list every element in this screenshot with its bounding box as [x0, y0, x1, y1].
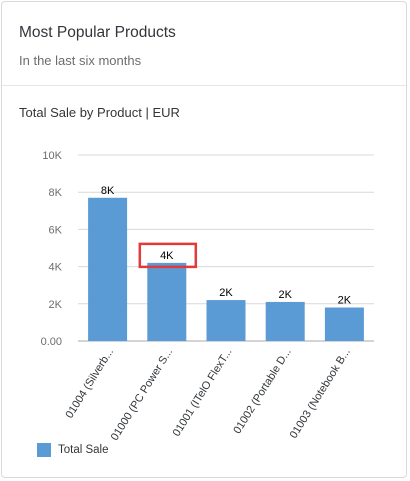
data-label: 4K	[160, 250, 174, 262]
data-label: 2K	[278, 289, 292, 301]
bar[interactable]	[147, 262, 187, 341]
data-labels: 8K 4K 2K 2K 2K	[101, 185, 352, 307]
x-tick-label: 01000 (PC Power S...	[109, 346, 176, 443]
bar[interactable]	[88, 197, 128, 341]
y-tick-label: 8K	[49, 187, 63, 199]
bar[interactable]	[265, 301, 305, 341]
data-label: 2K	[338, 295, 352, 307]
legend-swatch	[37, 443, 51, 457]
y-tick-label: 10K	[42, 150, 62, 162]
y-tick-label: 4K	[49, 262, 63, 274]
chart-legend[interactable]: Total Sale	[37, 443, 109, 457]
bar[interactable]	[324, 307, 364, 341]
y-tick-label: 0.00	[41, 336, 62, 348]
x-tick-label: 01004 (Silverb...	[64, 346, 117, 420]
y-tick-label: 2K	[49, 299, 63, 311]
bar[interactable]	[206, 300, 246, 341]
x-tick-label: 01002 (Portable D...	[231, 346, 293, 436]
x-tick-label: 01001 (ITelO FlexT...	[171, 346, 235, 438]
popular-products-card: Most Popular Products In the last six mo…	[1, 1, 407, 478]
data-label: 2K	[219, 287, 233, 299]
bar-chart: 0.00 2K 4K 6K 8K 10K 8K 4K 2K 2K 2K 01004 (Silver…	[41, 150, 374, 443]
x-tick-label: 01003 (Notebook B...	[288, 346, 353, 441]
data-label: 8K	[101, 185, 115, 197]
legend-label: Total Sale	[58, 444, 109, 456]
x-axis-labels: 01004 (Silverb...01000 (PC Power S...010…	[64, 346, 353, 443]
y-tick-label: 6K	[49, 224, 63, 236]
y-axis-ticks: 0.00 2K 4K 6K 8K 10K	[41, 150, 63, 348]
chart-bars	[88, 197, 364, 341]
